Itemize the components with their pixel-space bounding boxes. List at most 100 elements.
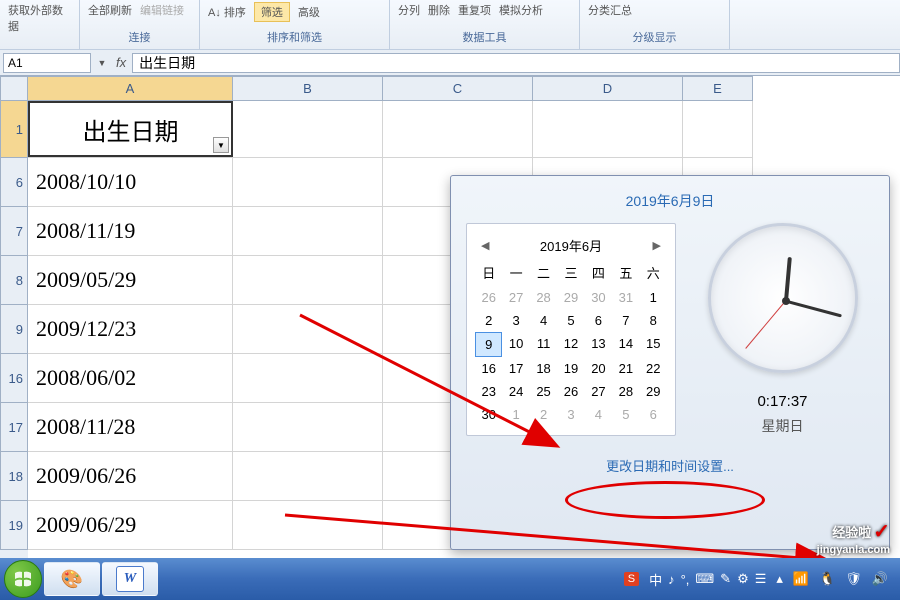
empty-cell[interactable] [233,101,383,157]
calendar-day[interactable]: 13 [585,332,612,357]
header-cell-a1[interactable]: 出生日期▼ [28,101,233,157]
ime-toolbar[interactable]: 中 ♪ °, ⌨ ✎ ⚙ ☰ [649,570,766,589]
empty-cell[interactable] [233,207,383,255]
change-datetime-settings-link[interactable]: 更改日期和时间设置... [606,459,734,474]
calendar-day[interactable]: 15 [640,332,667,357]
empty-cell[interactable] [533,101,683,157]
empty-cell[interactable] [233,354,383,402]
next-month-button[interactable]: ▶ [653,239,661,252]
ime-icon-1[interactable]: ♪ [668,572,675,587]
calendar-day[interactable]: 17 [502,357,529,380]
select-all-corner[interactable] [0,76,28,101]
row-header-1[interactable]: 1 [0,101,28,158]
data-cell[interactable]: 2009/06/26 [28,452,233,500]
tray-network-icon[interactable]: 📶 [793,571,809,587]
calendar-day[interactable]: 6 [585,309,612,332]
col-header-d[interactable]: D [533,76,683,101]
row-header-19[interactable]: 19 [0,501,28,550]
calendar-day[interactable]: 27 [585,380,612,403]
col-header-b[interactable]: B [233,76,383,101]
remove-button[interactable]: 删除 [428,2,450,18]
data-cell[interactable]: 2009/12/23 [28,305,233,353]
calendar-day-prev-month[interactable]: 30 [585,286,612,309]
calendar-day[interactable]: 11 [530,332,557,357]
word-taskbar-button[interactable]: W [102,562,158,596]
calendar-day-next-month[interactable]: 3 [557,403,584,426]
subtotal-button[interactable]: 分类汇总 [588,2,632,18]
advanced-button[interactable]: 高级 [298,4,320,20]
get-external-data-button[interactable]: 获取外部数据 [8,2,71,34]
filter-button[interactable]: 筛选 [254,2,290,22]
calendar-day[interactable]: 22 [640,357,667,380]
ime-icon-3[interactable]: ✎ [720,571,731,587]
calendar-day-next-month[interactable]: 1 [502,403,529,426]
calendar-day[interactable]: 25 [530,380,557,403]
ime-icon-2[interactable]: °, [681,572,690,587]
refresh-all-button[interactable]: 全部刷新 [88,2,132,18]
col-header-e[interactable]: E [683,76,753,101]
col-header-a[interactable]: A [28,76,233,101]
empty-cell[interactable] [233,403,383,451]
row-header-9[interactable]: 9 [0,305,28,354]
calendar-day-prev-month[interactable]: 31 [612,286,639,309]
col-header-c[interactable]: C [383,76,533,101]
calendar-day[interactable]: 2 [475,309,502,332]
prev-month-button[interactable]: ◀ [481,239,489,252]
fx-button[interactable]: fx [110,55,132,70]
data-cell[interactable]: 2008/06/02 [28,354,233,402]
calendar-day-prev-month[interactable]: 27 [502,286,529,309]
row-header-17[interactable]: 17 [0,403,28,452]
calendar-day[interactable]: 30 [475,403,502,426]
ime-icon-5[interactable]: ☰ [755,571,767,587]
calendar-day[interactable]: 8 [640,309,667,332]
calendar-day[interactable]: 14 [612,332,639,357]
tray-volume-icon[interactable]: 🔊 [872,571,888,587]
calendar-day-next-month[interactable]: 6 [640,403,667,426]
calendar-day-prev-month[interactable]: 28 [530,286,557,309]
calendar-day-next-month[interactable]: 2 [530,403,557,426]
calendar-day[interactable]: 4 [530,309,557,332]
calendar-day[interactable]: 20 [585,357,612,380]
data-cell[interactable]: 2008/11/19 [28,207,233,255]
calendar-day[interactable]: 1 [640,286,667,309]
filter-dropdown-button[interactable]: ▼ [213,137,229,153]
edit-links-button[interactable]: 编辑链接 [140,2,184,18]
tray-shield-icon[interactable]: 🛡 [845,571,862,587]
calendar-day[interactable]: 16 [475,357,502,380]
empty-cell[interactable] [683,101,753,157]
ime-icon-4[interactable]: ⚙ [737,571,749,587]
empty-cell[interactable] [233,501,383,549]
calendar-day[interactable]: 19 [557,357,584,380]
calendar-day[interactable]: 24 [502,380,529,403]
start-button[interactable] [4,560,42,598]
empty-cell[interactable] [233,305,383,353]
calendar-day[interactable]: 23 [475,380,502,403]
paint-taskbar-button[interactable]: 🎨 [44,562,100,596]
sort-button[interactable]: A↓ 排序 [208,4,246,20]
calendar-day[interactable]: 7 [612,309,639,332]
name-box[interactable]: A1 [3,53,91,73]
row-header-8[interactable]: 8 [0,256,28,305]
calendar-day[interactable]: 12 [557,332,584,357]
empty-cell[interactable] [233,256,383,304]
data-cell[interactable]: 2008/11/28 [28,403,233,451]
row-header-6[interactable]: 6 [0,158,28,207]
empty-cell[interactable] [233,158,383,206]
data-cell[interactable]: 2008/10/10 [28,158,233,206]
row-header-18[interactable]: 18 [0,452,28,501]
what-if-button[interactable]: 模拟分析 [499,2,543,18]
calendar-day-next-month[interactable]: 5 [612,403,639,426]
formula-input[interactable]: 出生日期 [132,53,900,73]
calendar-day[interactable]: 28 [612,380,639,403]
calendar-day-next-month[interactable]: 4 [585,403,612,426]
calendar-day[interactable]: 18 [530,357,557,380]
tray-qq-icon[interactable]: 🐧 [819,571,835,587]
calendar-day[interactable]: 3 [502,309,529,332]
ime-lang-indicator[interactable]: 中 [649,570,662,589]
data-cell[interactable]: 2009/05/29 [28,256,233,304]
calendar-day[interactable]: 21 [612,357,639,380]
empty-cell[interactable] [383,101,533,157]
data-cell[interactable]: 2009/06/29 [28,501,233,549]
calendar-day[interactable]: 10 [502,332,529,357]
calendar-day[interactable]: 29 [640,380,667,403]
